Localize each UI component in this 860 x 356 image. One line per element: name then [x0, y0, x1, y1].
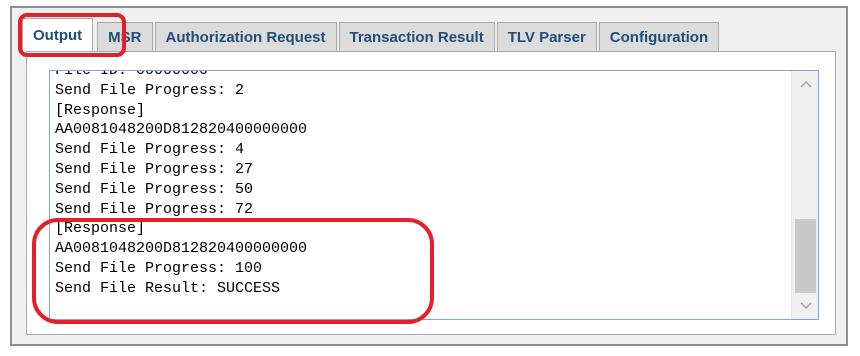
output-line: Send File Progress: 72 [55, 200, 254, 218]
output-line: Send File Progress: 4 [55, 141, 245, 159]
output-line: AA0081048200D812820400000000 [55, 121, 308, 139]
chevron-up-icon[interactable] [792, 71, 818, 97]
output-textbox[interactable]: File ID: 00000000 Send File Progress: 2 … [49, 70, 819, 320]
output-line: Send File Progress: 2 [55, 81, 245, 99]
output-line: Send File Progress: 27 [55, 160, 254, 178]
output-line: Send File Progress: 50 [55, 180, 254, 198]
chevron-down-icon[interactable] [792, 293, 818, 319]
tab-configuration[interactable]: Configuration [598, 22, 720, 52]
output-lines: File ID: 00000000 Send File Progress: 2 … [55, 71, 307, 299]
tab-strip: Output MSR Authorization Request Transac… [22, 18, 721, 52]
tab-output[interactable]: Output [22, 18, 94, 52]
tab-msr[interactable]: MSR [97, 22, 153, 52]
vertical-scrollbar[interactable] [791, 71, 818, 319]
output-line: [Response] [55, 220, 146, 238]
scrollbar-thumb[interactable] [795, 219, 816, 293]
tab-tlv-parser[interactable]: TLV Parser [496, 22, 597, 52]
output-line: File ID: 00000000 [55, 71, 307, 81]
output-line: [Response] [55, 101, 146, 119]
output-line: Send File Result: SUCCESS [55, 279, 281, 297]
tab-transaction-result[interactable]: Transaction Result [338, 22, 495, 52]
tab-authorization-request[interactable]: Authorization Request [154, 22, 337, 52]
output-line: Send File Progress: 100 [55, 259, 263, 277]
output-text-area[interactable]: File ID: 00000000 Send File Progress: 2 … [50, 71, 790, 319]
output-line: AA0081048200D812820400000000 [55, 240, 308, 258]
output-tab-panel: File ID: 00000000 Send File Progress: 2 … [26, 51, 836, 335]
